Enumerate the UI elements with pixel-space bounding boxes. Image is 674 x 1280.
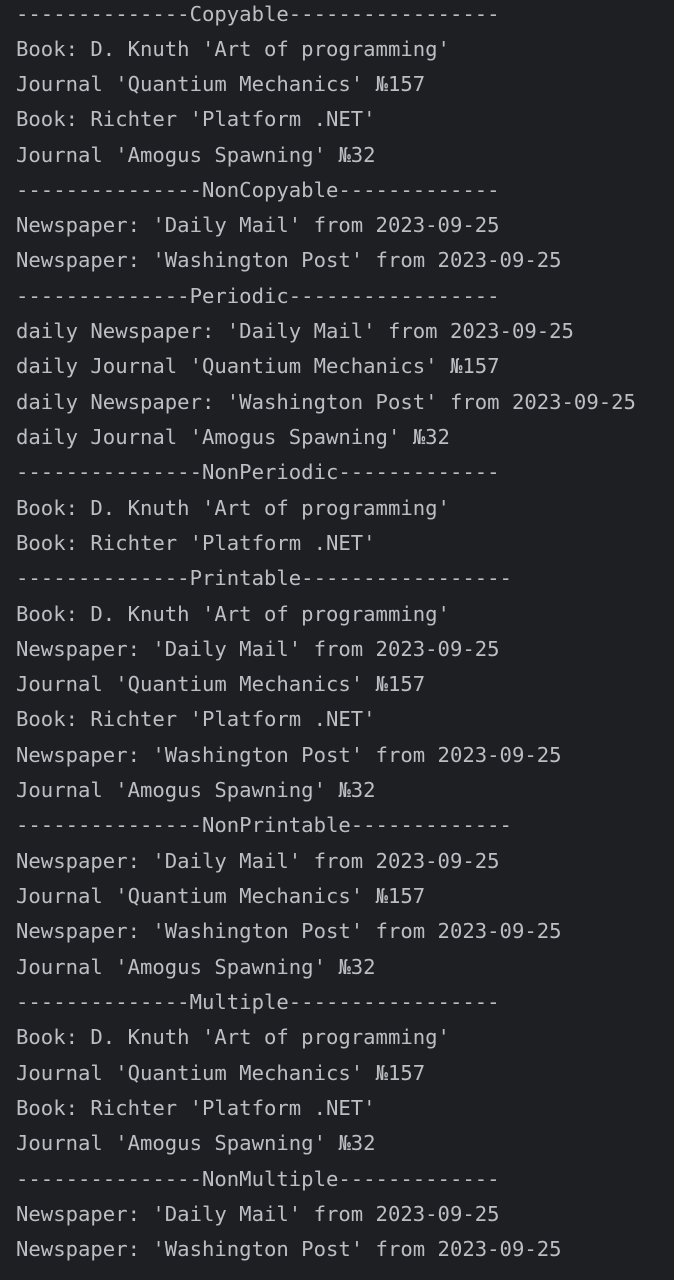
console-line: Book: D. Knuth 'Art of programming': [16, 496, 450, 520]
console-line: Journal 'Quantium Mechanics' №157: [16, 884, 426, 908]
console-line-separator: --------------Printable-----------------: [16, 566, 512, 590]
console-line: Newspaper: 'Washington Post' from 2023-0…: [16, 1237, 562, 1261]
console-line: Newspaper: 'Washington Post' from 2023-0…: [16, 919, 562, 943]
console-line-separator: --------------Multiple-----------------: [16, 990, 500, 1014]
console-line: Book: Richter 'Platform .NET': [16, 707, 376, 731]
console-line: daily Newspaper: 'Washington Post' from …: [16, 390, 636, 414]
console-line-separator: --------------Periodic-----------------: [16, 284, 500, 308]
console-line: Book: D. Knuth 'Art of programming': [16, 37, 450, 61]
console-line: Newspaper: 'Washington Post' from 2023-0…: [16, 743, 562, 767]
console-line: Journal 'Quantium Mechanics' №157: [16, 72, 426, 96]
console-output: --------------Copyable----------------- …: [0, 0, 674, 1280]
console-line: Book: Richter 'Platform .NET': [16, 531, 376, 555]
console-line: Newspaper: 'Daily Mail' from 2023-09-25: [16, 213, 500, 237]
console-line: Book: D. Knuth 'Art of programming': [16, 1025, 450, 1049]
console-line-separator: ---------------NonPeriodic-------------: [16, 460, 500, 484]
console-line: Book: D. Knuth 'Art of programming': [16, 602, 450, 626]
console-line: daily Journal 'Quantium Mechanics' №157: [16, 354, 500, 378]
console-line: Journal 'Amogus Spawning' №32: [16, 955, 376, 979]
console-line: Newspaper: 'Daily Mail' from 2023-09-25: [16, 637, 500, 661]
console-line: daily Journal 'Amogus Spawning' №32: [16, 425, 450, 449]
console-line: Journal 'Amogus Spawning' №32: [16, 1131, 376, 1155]
console-line: daily Newspaper: 'Daily Mail' from 2023-…: [16, 319, 574, 343]
console-line: Book: Richter 'Platform .NET': [16, 1096, 376, 1120]
console-line-separator: ---------------NonPrintable-------------: [16, 813, 512, 837]
console-line: Book: Richter 'Platform .NET': [16, 107, 376, 131]
console-line-separator: ---------------NonMultiple-------------: [16, 1167, 500, 1191]
console-line: Journal 'Amogus Spawning' №32: [16, 778, 376, 802]
console-line: Journal 'Quantium Mechanics' №157: [16, 1061, 426, 1085]
console-line: Journal 'Amogus Spawning' №32: [16, 143, 376, 167]
console-line-separator: ---------------NonCopyable-------------: [16, 178, 500, 202]
console-line: Journal 'Quantium Mechanics' №157: [16, 672, 426, 696]
console-line: Newspaper: 'Washington Post' from 2023-0…: [16, 248, 562, 272]
console-line: Newspaper: 'Daily Mail' from 2023-09-25: [16, 1202, 500, 1226]
console-line: Newspaper: 'Daily Mail' from 2023-09-25: [16, 849, 500, 873]
console-line-separator: --------------Copyable-----------------: [16, 2, 500, 26]
